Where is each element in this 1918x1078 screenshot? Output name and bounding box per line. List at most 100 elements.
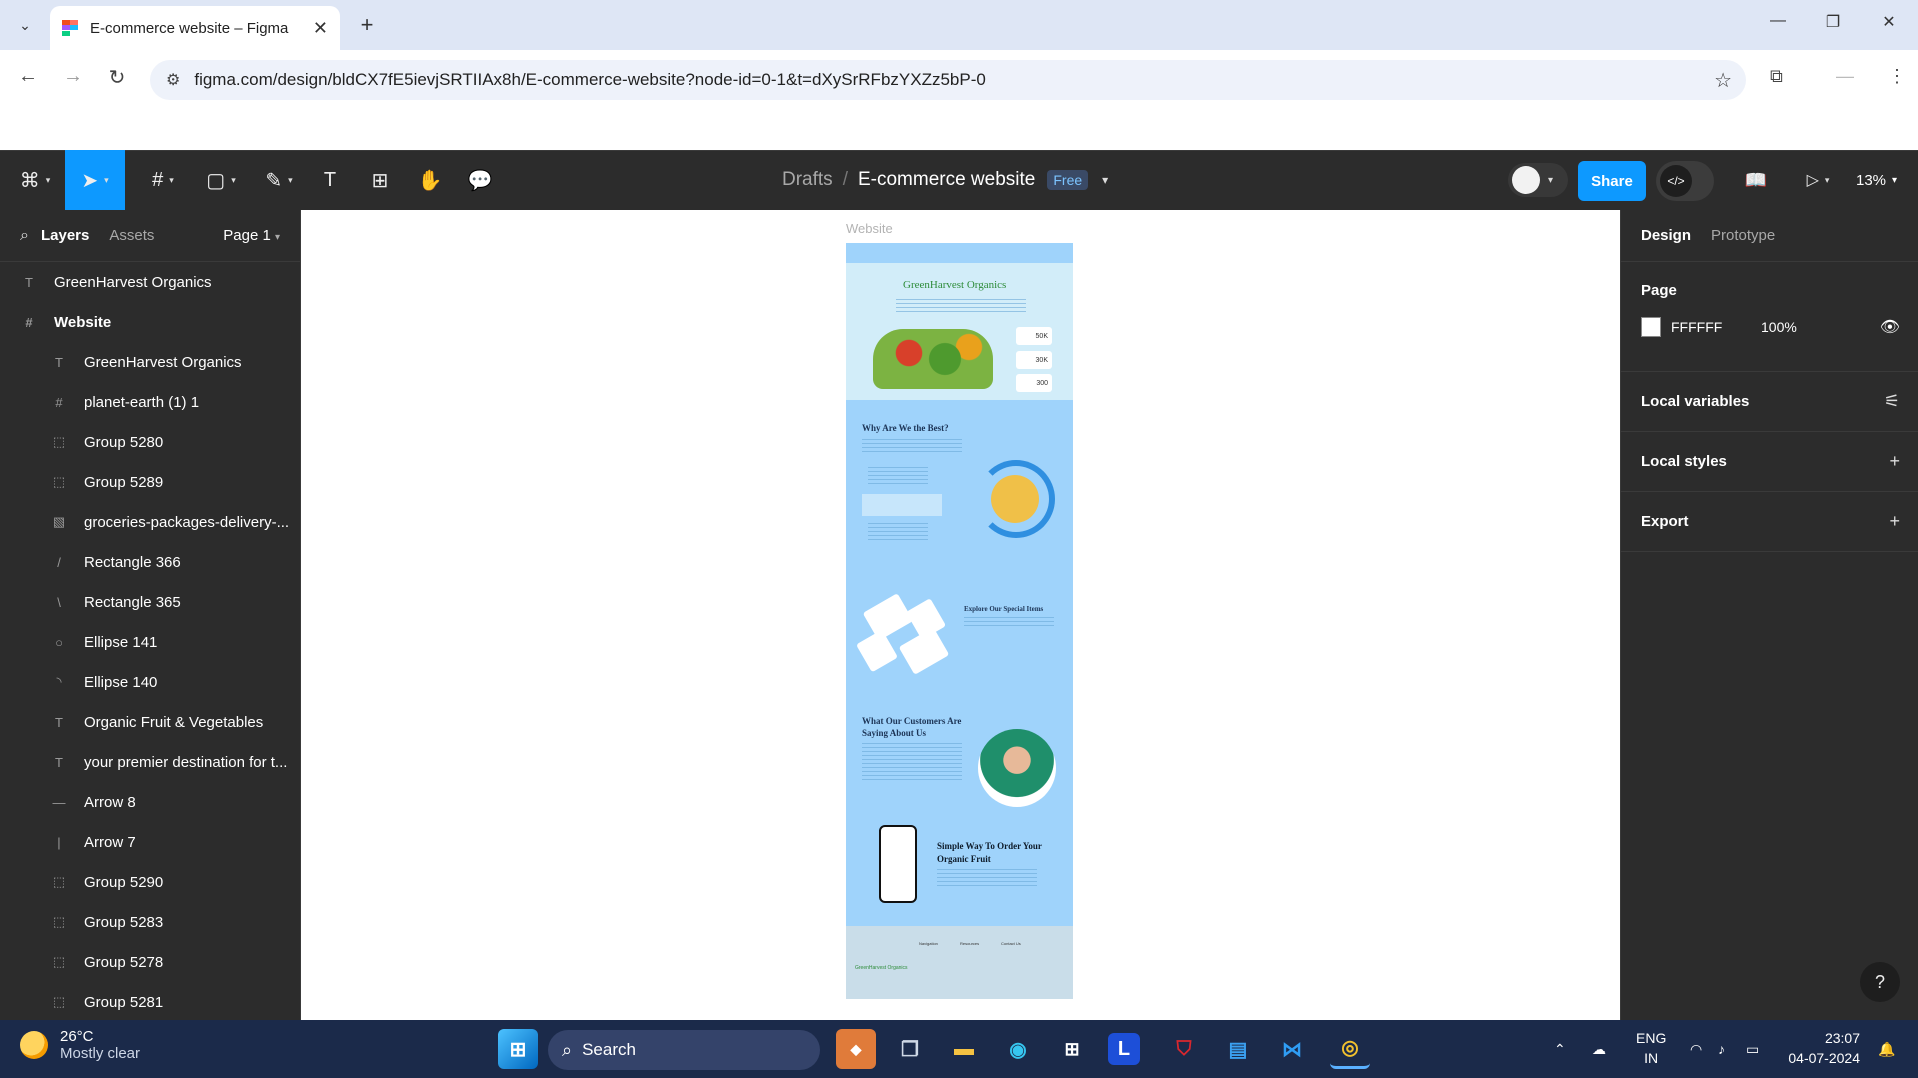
comment-tool-icon[interactable]: 💬 bbox=[462, 150, 498, 210]
tab-design[interactable]: Design bbox=[1641, 227, 1691, 244]
url-text[interactable]: figma.com/design/bldCX7fE5ievjSRTIIAx8h/… bbox=[194, 70, 985, 90]
layer-row[interactable]: ⬚ Group 5281 bbox=[0, 982, 300, 1020]
footer-col: Contact Us bbox=[1001, 941, 1021, 946]
show-hidden-icons-chevron-icon[interactable]: ⌃ bbox=[1554, 1020, 1566, 1078]
layer-row[interactable]: ⬚ Group 5278 bbox=[0, 942, 300, 982]
present-icon[interactable]: ▷ ▾ bbox=[1796, 150, 1840, 210]
weather-widget[interactable]: 26°C Mostly clear bbox=[20, 1028, 140, 1062]
file-explorer-folder-icon[interactable]: ▬ bbox=[944, 1029, 984, 1069]
local-variables-section[interactable]: Local variables ⚟ bbox=[1621, 372, 1918, 432]
window-restore-icon[interactable]: ❐ bbox=[1818, 12, 1848, 32]
layer-row[interactable]: T GreenHarvest Organics bbox=[0, 262, 300, 302]
task-view-icon[interactable]: ❐ bbox=[890, 1029, 930, 1069]
pen-tool-icon[interactable]: ✎ ▾ bbox=[254, 150, 304, 210]
hand-tool-icon[interactable]: ✋ bbox=[412, 150, 448, 210]
system-clock[interactable]: 23:07 04-07-2024 bbox=[1788, 1028, 1860, 1068]
page-fill-row[interactable]: FFFFFF 100% 👁 bbox=[1641, 317, 1900, 337]
onedrive-cloud-icon[interactable]: ☁ bbox=[1592, 1020, 1606, 1078]
site-info-tune-icon[interactable]: ⚙ bbox=[166, 70, 180, 90]
share-button[interactable]: Share bbox=[1578, 161, 1646, 201]
app-blue-window-icon[interactable]: ▤ bbox=[1218, 1029, 1258, 1069]
reload-icon[interactable]: ↻ bbox=[102, 65, 132, 90]
figma-main-menu-icon[interactable]: ⌘ ▾ bbox=[10, 150, 60, 210]
layer-row[interactable]: | Arrow 7 bbox=[0, 822, 300, 862]
vscode-icon[interactable]: ⋈ bbox=[1272, 1029, 1312, 1069]
layer-search-icon[interactable]: ⌕ bbox=[20, 227, 29, 245]
layer-row[interactable]: ○ Ellipse 141 bbox=[0, 622, 300, 662]
taskbar-search[interactable]: ⌕ Search bbox=[548, 1030, 820, 1070]
microsoft-store-icon[interactable]: ⊞ bbox=[1052, 1029, 1092, 1069]
layer-row[interactable]: — Arrow 8 bbox=[0, 782, 300, 822]
app-colorful-icon[interactable]: ◆ bbox=[836, 1029, 876, 1069]
tab-search-chevron-icon[interactable]: ⌄ bbox=[10, 10, 40, 40]
window-close-icon[interactable]: ✕ bbox=[1874, 12, 1904, 32]
tab-assets[interactable]: Assets bbox=[109, 227, 154, 244]
frame-label[interactable]: Website bbox=[846, 221, 893, 236]
layer-row[interactable]: T Organic Fruit & Vegetables bbox=[0, 702, 300, 742]
layer-row[interactable]: \ Rectangle 365 bbox=[0, 582, 300, 622]
battery-icon[interactable]: ▭ bbox=[1746, 1020, 1759, 1078]
layer-row[interactable]: ◝ Ellipse 140 bbox=[0, 662, 300, 702]
add-style-plus-icon[interactable]: + bbox=[1889, 451, 1900, 472]
mcafee-shield-icon[interactable]: ⛉ bbox=[1164, 1029, 1204, 1069]
add-export-plus-icon[interactable]: + bbox=[1889, 511, 1900, 532]
help-question-icon[interactable]: ? bbox=[1860, 962, 1900, 1002]
tab-layers[interactable]: Layers bbox=[41, 227, 89, 244]
window-minimize-icon[interactable]: — bbox=[1763, 12, 1793, 30]
extensions-puzzle-icon[interactable]: ⧉ bbox=[1770, 66, 1783, 87]
page-color-swatch[interactable] bbox=[1641, 317, 1661, 337]
user-avatar-button[interactable]: ▾ bbox=[1508, 163, 1568, 197]
website-frame[interactable]: GreenHarvest Organics 50K 30K 300 Why Ar… bbox=[846, 243, 1073, 999]
lang-bottom: IN bbox=[1644, 1050, 1659, 1066]
library-book-icon[interactable]: 📖 bbox=[1736, 150, 1776, 210]
profile-divider-icon[interactable]: — bbox=[1836, 66, 1854, 87]
new-tab-plus-icon[interactable]: + bbox=[352, 10, 382, 40]
layer-row[interactable]: ⬚ Group 5280 bbox=[0, 422, 300, 462]
layer-row[interactable]: T GreenHarvest Organics bbox=[0, 342, 300, 382]
design-canvas[interactable]: Website GreenHarvest Organics 50K 30K 30… bbox=[301, 210, 1620, 1020]
back-arrow-icon[interactable]: ← bbox=[13, 65, 43, 88]
resources-icon[interactable]: ⊞ bbox=[362, 150, 398, 210]
layer-row[interactable]: Tyour premier destination for t... bbox=[0, 742, 300, 782]
notification-bell-icon[interactable]: 🔔 bbox=[1878, 1020, 1895, 1078]
browser-tab-active[interactable]: E-commerce website – Figma ✕ bbox=[50, 6, 340, 50]
bookmark-star-icon[interactable]: ☆ bbox=[1714, 68, 1732, 93]
volume-speaker-icon[interactable]: ♪ bbox=[1718, 1020, 1725, 1078]
page-selector[interactable]: Page 1 ▾ bbox=[223, 227, 280, 244]
tab-close-icon[interactable]: ✕ bbox=[313, 18, 328, 39]
breadcrumb-drafts[interactable]: Drafts bbox=[782, 169, 833, 191]
layer-row[interactable]: / Rectangle 366 bbox=[0, 542, 300, 582]
shape-tool-rectangle-icon[interactable]: ▢ ▾ bbox=[196, 150, 246, 210]
design-brand-title: GreenHarvest Organics bbox=[903, 279, 1007, 291]
page-color-hex[interactable]: FFFFFF bbox=[1671, 319, 1761, 335]
layer-row[interactable]: ⬚ Group 5283 bbox=[0, 902, 300, 942]
layer-row[interactable]: # planet-earth (1) 1 bbox=[0, 382, 300, 422]
dev-mode-toggle[interactable]: </> bbox=[1656, 161, 1714, 201]
variables-sliders-icon[interactable]: ⚟ bbox=[1884, 391, 1900, 412]
layer-row[interactable]: # Website bbox=[0, 302, 300, 342]
layer-row[interactable]: ⬚ Group 5289 bbox=[0, 462, 300, 502]
forward-arrow-icon[interactable]: → bbox=[58, 65, 88, 88]
layer-row[interactable]: ▧ groceries-packages-delivery-... bbox=[0, 502, 300, 542]
edge-browser-icon[interactable]: ◉ bbox=[998, 1029, 1038, 1069]
windows-start-icon[interactable]: ⊞ bbox=[498, 1029, 538, 1069]
language-indicator[interactable]: ENG IN bbox=[1636, 1028, 1666, 1068]
tab-prototype[interactable]: Prototype bbox=[1711, 227, 1775, 244]
layer-row[interactable]: ⬚ Group 5290 bbox=[0, 862, 300, 902]
file-name[interactable]: E-commerce website bbox=[858, 169, 1035, 191]
file-menu-chevron-icon[interactable]: ▾ bbox=[1102, 173, 1108, 187]
frame-tool-hash-icon[interactable]: # ▾ bbox=[138, 150, 188, 210]
chrome-menu-kebab-icon[interactable]: ⋮ bbox=[1888, 66, 1906, 87]
export-section[interactable]: Export + bbox=[1621, 492, 1918, 552]
url-bar[interactable]: ⚙ figma.com/design/bldCX7fE5ievjSRTIIAx8… bbox=[150, 60, 1746, 100]
wifi-icon[interactable]: ◠ bbox=[1690, 1020, 1702, 1078]
move-tool-cursor-icon[interactable]: ➤ ▾ bbox=[65, 150, 125, 210]
l-app-icon[interactable]: L bbox=[1108, 1033, 1140, 1065]
chrome-browser-icon[interactable]: ◎ bbox=[1330, 1029, 1370, 1069]
visibility-eye-icon[interactable]: 👁 bbox=[1880, 317, 1900, 337]
zoom-control[interactable]: 13% ▾ bbox=[1856, 150, 1897, 210]
local-styles-section[interactable]: Local styles + bbox=[1621, 432, 1918, 492]
local-styles-label: Local styles bbox=[1641, 453, 1727, 470]
text-tool-icon[interactable]: T bbox=[312, 150, 348, 210]
page-opacity[interactable]: 100% bbox=[1761, 319, 1797, 335]
